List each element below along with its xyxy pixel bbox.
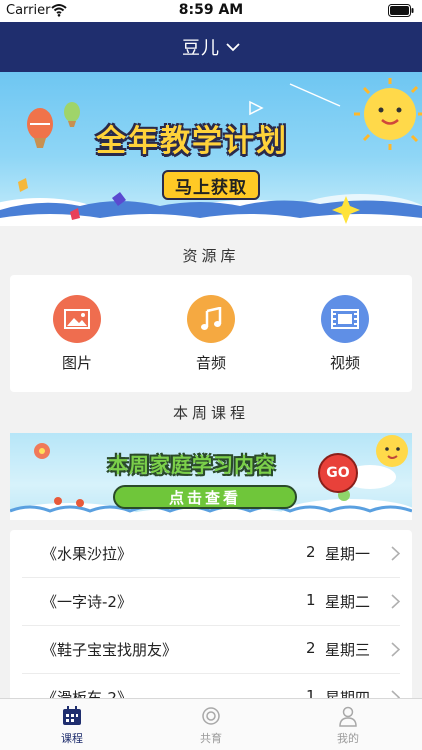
resource-video-label: 视频 — [329, 354, 360, 372]
weekly-section-title: 本周课程 — [172, 404, 249, 422]
person-icon — [339, 706, 357, 727]
music-note-icon — [187, 295, 235, 343]
chevron-right-icon — [391, 546, 400, 561]
clock: 8:59 AM — [178, 2, 244, 18]
get-plan-button[interactable]: 马上获取 — [162, 170, 260, 200]
course-count: 1 — [306, 687, 316, 698]
course-count: 2 — [306, 543, 316, 561]
course-row[interactable]: 《滑板车-2》 1 星期四 — [22, 674, 400, 698]
film-icon — [321, 295, 369, 343]
resource-audio[interactable]: 音频 — [176, 295, 246, 373]
resource-card: 图片 音频 视频 — [10, 275, 412, 392]
course-list: 《水果沙拉》 2 星期一 《一字诗-2》 1 星期二 《鞋子宝宝找朋友》 2 星… — [10, 530, 412, 698]
circle-icon — [202, 707, 220, 725]
resource-audio-label: 音频 — [195, 354, 226, 372]
resource-video[interactable]: 视频 — [310, 295, 380, 373]
tab-mine[interactable]: 我的 — [308, 705, 388, 746]
status-bar: Carrier 8:59 AM — [0, 0, 422, 22]
chevron-right-icon — [391, 594, 400, 609]
hero-banner[interactable]: 全年教学计划 马上获取 — [0, 72, 422, 226]
calendar-icon — [63, 706, 81, 725]
course-name: 《水果沙拉》 — [42, 545, 133, 563]
nav-bar: 豆儿 — [0, 22, 422, 72]
tab-bar: 课程 共育 我的 — [0, 698, 422, 750]
course-row[interactable]: 《水果沙拉》 2 星期一 — [22, 530, 400, 578]
course-day: 星期二 — [325, 593, 371, 611]
go-button[interactable]: GO — [318, 453, 358, 493]
hero-title: 全年教学计划 — [96, 124, 288, 159]
tab-courses[interactable]: 课程 — [32, 705, 112, 746]
resource-pictures[interactable]: 图片 — [42, 295, 112, 373]
course-row[interactable]: 《一字诗-2》 1 星期二 — [22, 578, 400, 626]
chevron-right-icon — [391, 690, 400, 698]
course-day: 星期一 — [325, 545, 371, 563]
tab-coeducation[interactable]: 共育 — [171, 705, 251, 746]
chevron-down-icon — [226, 43, 240, 52]
resource-section-title: 资源库 — [182, 247, 240, 265]
picture-icon — [53, 295, 101, 343]
course-name: 《一字诗-2》 — [42, 593, 132, 611]
class-selector[interactable]: 豆儿 — [182, 34, 240, 60]
course-day: 星期三 — [325, 641, 371, 659]
course-name: 《滑板车-2》 — [42, 689, 132, 698]
course-row[interactable]: 《鞋子宝宝找朋友》 2 星期三 — [22, 626, 400, 674]
tab-courses-label: 课程 — [61, 732, 83, 745]
course-count: 2 — [306, 639, 316, 657]
course-name: 《鞋子宝宝找朋友》 — [42, 641, 178, 659]
course-count: 1 — [306, 591, 316, 609]
view-weekly-button[interactable]: 点击查看 — [113, 485, 297, 509]
battery-icon — [388, 4, 414, 17]
course-day: 星期四 — [325, 689, 371, 698]
tab-mine-label: 我的 — [337, 732, 359, 745]
chevron-right-icon — [391, 642, 400, 657]
nav-title: 豆儿 — [182, 38, 220, 59]
resource-pictures-label: 图片 — [61, 354, 92, 372]
tab-coeducation-label: 共育 — [200, 732, 222, 745]
weekly-banner-title: 本周家庭学习内容 — [108, 453, 276, 477]
weekly-banner[interactable]: 本周家庭学习内容 点击查看 GO — [10, 433, 412, 520]
